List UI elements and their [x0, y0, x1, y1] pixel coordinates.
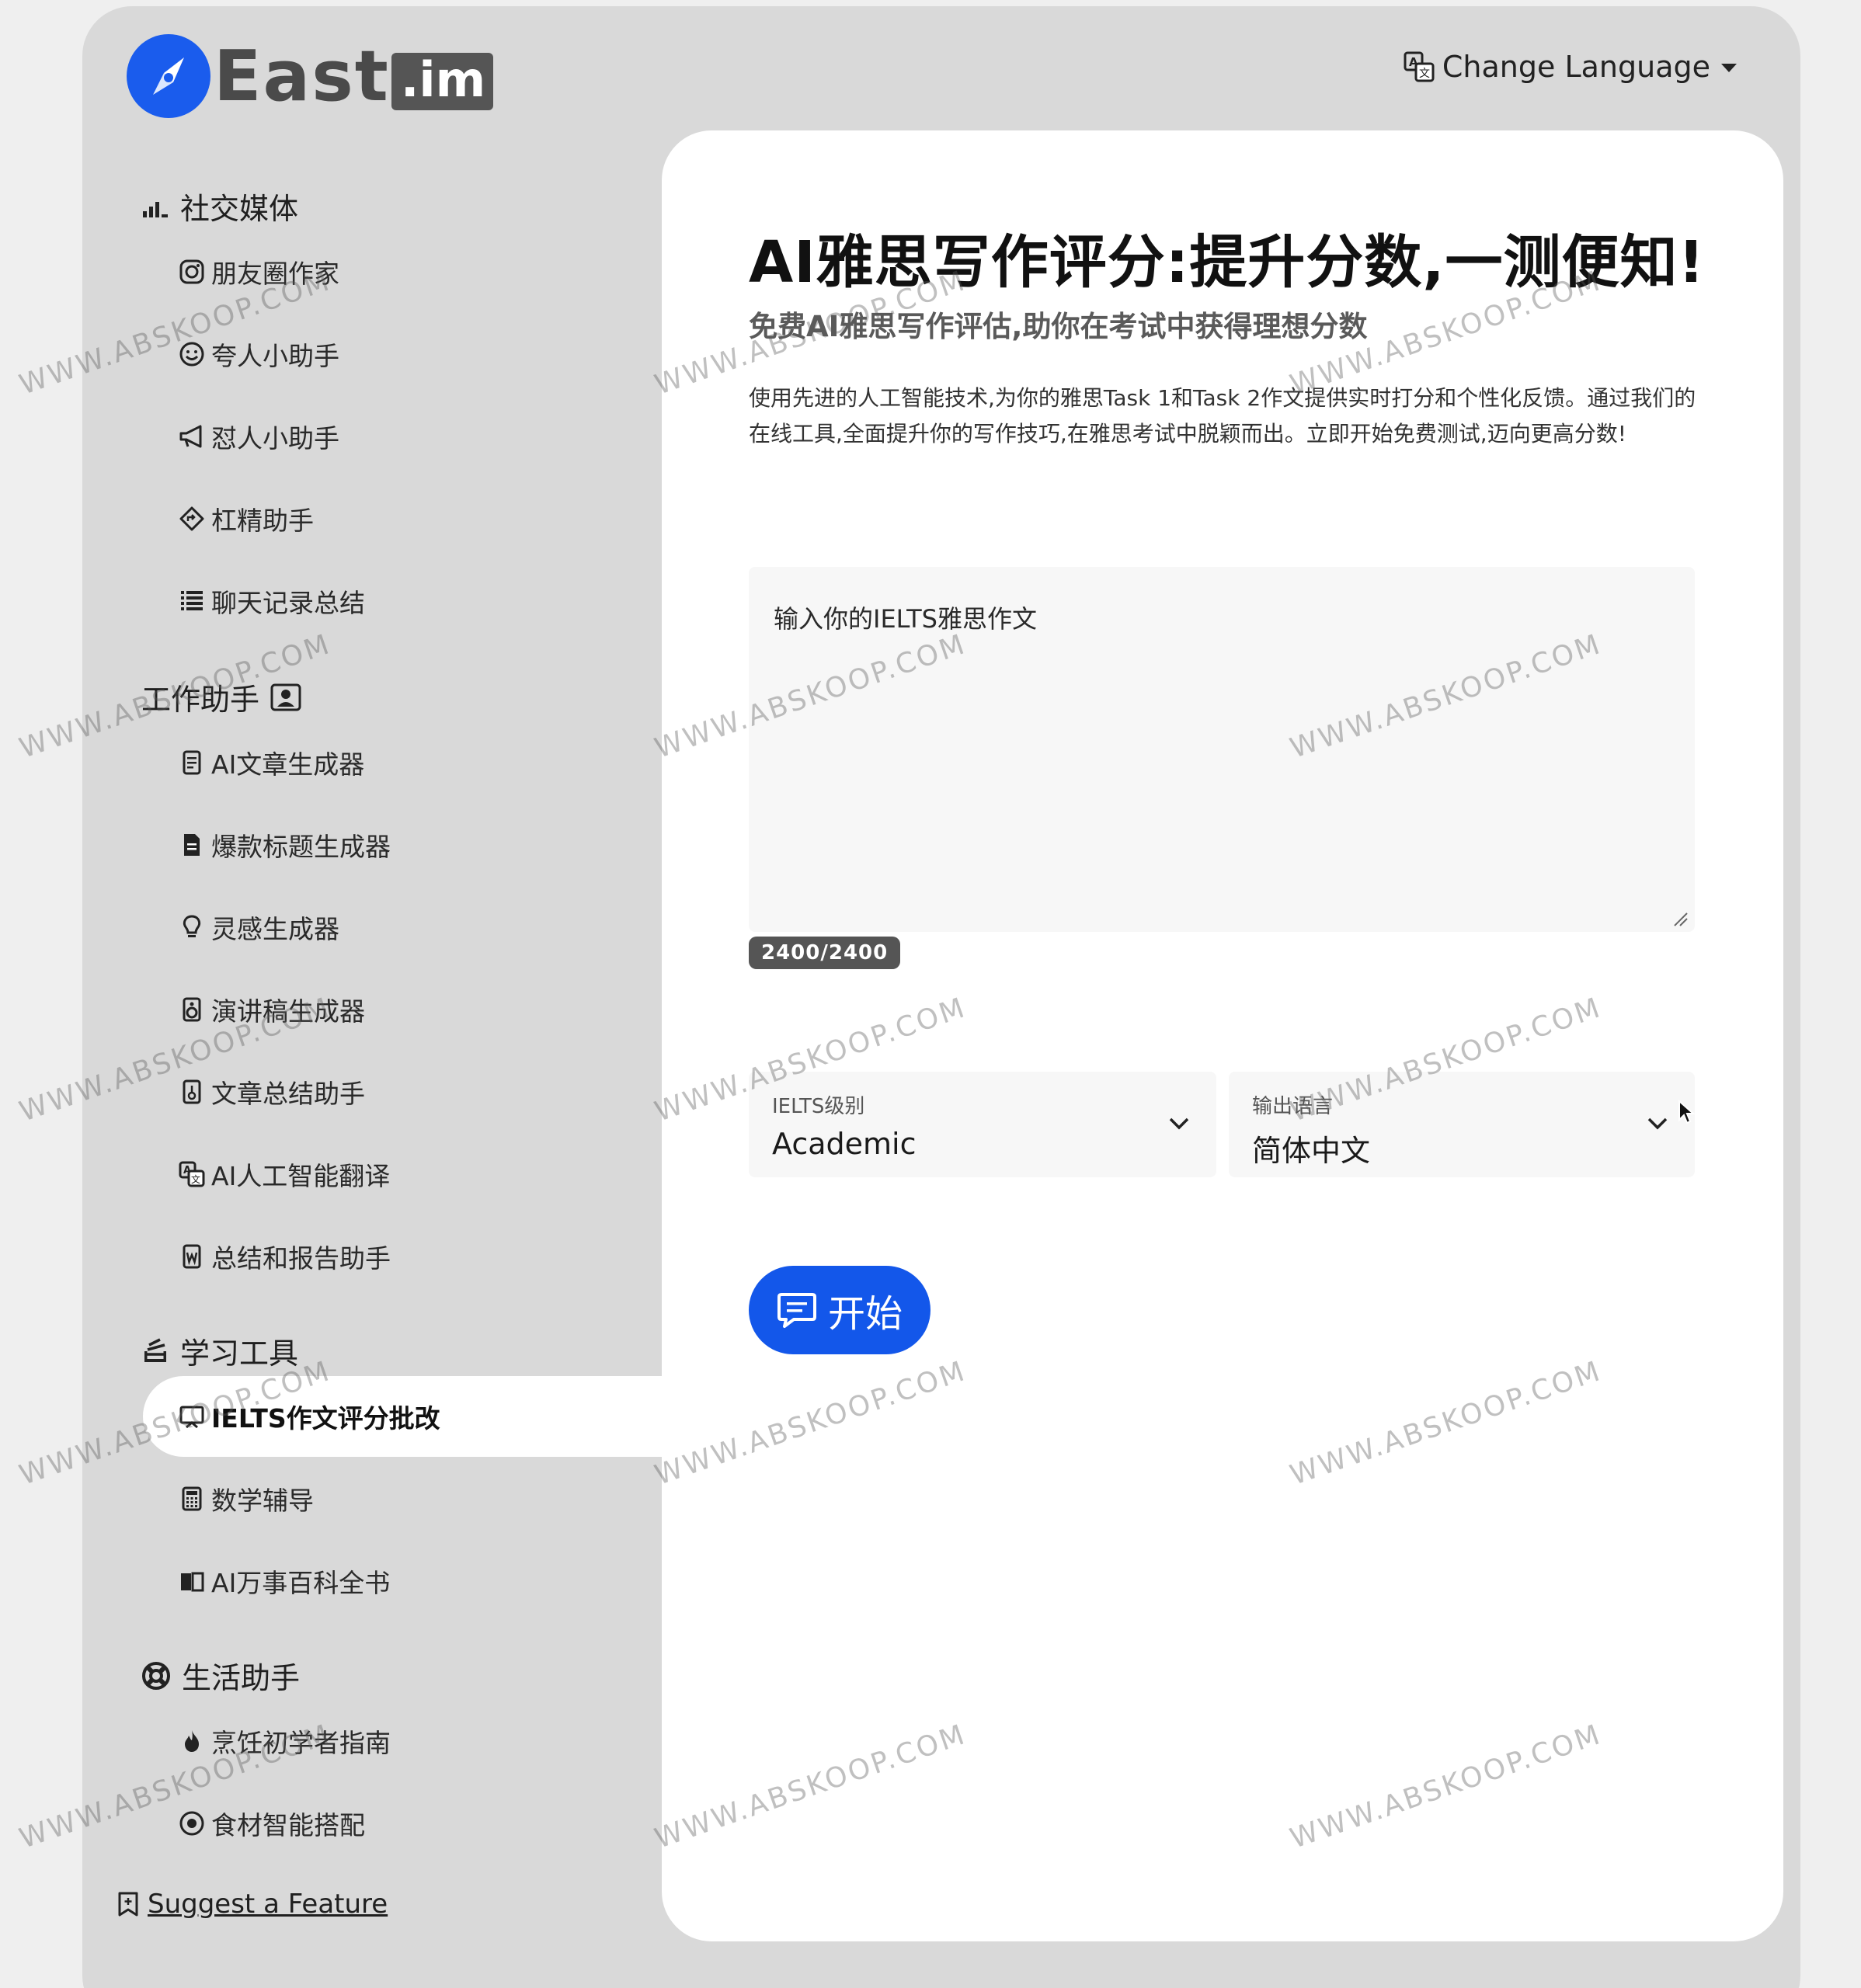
page-description: 使用先进的人工智能技术,为你的雅思Task 1和Task 2作文提供实时打分和个…: [749, 385, 1696, 447]
chalkboard-icon: [179, 1406, 204, 1429]
section-title: 学习工具: [180, 1336, 299, 1371]
chat-text-icon: [777, 1293, 816, 1328]
sidebar-item-label: AI万事百科全书: [211, 1568, 391, 1598]
sidebar-item-label: 爆款标题生成器: [211, 832, 391, 862]
fire-icon: [185, 1730, 199, 1752]
sidebar-item-label: 演讲稿生成器: [211, 996, 365, 1027]
sidebar-item-label: IELTS作文评分批改: [211, 1403, 440, 1434]
bookmark-plus-icon: [118, 1892, 138, 1917]
section-social-media: 社交媒体: [141, 185, 298, 228]
caret-down-icon: [1721, 63, 1737, 72]
section-title: 生活助手: [182, 1661, 301, 1695]
book-icon: [181, 1572, 204, 1592]
instagram-icon: [179, 259, 204, 284]
sidebar-item-label: 夸人小助手: [211, 341, 339, 371]
sidebar-item-math[interactable]: 数学辅导: [179, 1475, 314, 1522]
sidebar-item-contrarian[interactable]: 杠精助手: [179, 495, 314, 542]
sidebar: 社交媒体 朋友圈作家 夸人小助手 怼人小助手 杠精助手 聊天记录总结 工作助手 …: [0, 0, 662, 1988]
file-word-icon: [183, 1244, 201, 1269]
sidebar-item-label: 烹饪初学者指南: [211, 1728, 391, 1758]
file-text-icon: [184, 834, 200, 856]
start-button-label: 开始: [827, 1292, 903, 1336]
section-title: 社交媒体: [180, 192, 299, 226]
sidebar-item-label: AI文章生成器: [211, 749, 365, 780]
sidebar-item-ai-article[interactable]: AI文章生成器: [179, 739, 364, 786]
bar-chart-icon: [143, 201, 168, 217]
start-button[interactable]: 开始: [749, 1266, 930, 1354]
ielts-level-value: Academic: [772, 1127, 917, 1161]
smile-icon: [179, 342, 204, 367]
translate-icon: A文: [179, 1161, 205, 1187]
sidebar-item-label: 食材智能搭配: [211, 1810, 365, 1840]
lightbulb-icon: [183, 915, 201, 937]
ielts-level-label: IELTS级别: [772, 1095, 865, 1118]
mouse-cursor-icon: [1678, 1100, 1695, 1124]
sidebar-item-ingredients[interactable]: 食材智能搭配: [179, 1800, 365, 1847]
sidebar-item-label: 杠精助手: [211, 506, 314, 536]
person-badge-icon: [270, 683, 301, 711]
sidebar-item-label: 聊天记录总结: [211, 588, 365, 618]
resize-handle-icon[interactable]: [1671, 910, 1689, 927]
file-thermometer-icon: [183, 1079, 201, 1104]
sidebar-item-chat-summary[interactable]: 聊天记录总结: [179, 578, 365, 624]
list-icon: [181, 591, 203, 610]
section-work-assistant: 工作助手: [141, 676, 301, 718]
speaker-icon: [183, 997, 201, 1022]
sidebar-item-label: 总结和报告助手: [211, 1243, 391, 1274]
sidebar-item-headline-generator[interactable]: 爆款标题生成器: [179, 822, 391, 868]
page-subtitle: 免费AI雅思写作评估,助你在考试中获得理想分数: [749, 310, 1368, 343]
section-title: 工作助手: [141, 683, 260, 717]
suggest-feature-link[interactable]: Suggest a Feature: [117, 1889, 388, 1920]
svg-text:文: 文: [1419, 68, 1430, 80]
sidebar-item-ielts[interactable]: IELTS作文评分批改: [179, 1393, 440, 1440]
sidebar-item-article-summary[interactable]: 文章总结助手: [179, 1069, 365, 1115]
sidebar-item-encyclopedia[interactable]: AI万事百科全书: [179, 1558, 390, 1604]
sidebar-item-speech[interactable]: 演讲稿生成器: [179, 986, 365, 1033]
sidebar-item-translate[interactable]: A文 AI人工智能翻译: [179, 1151, 390, 1197]
document-icon: [183, 750, 201, 775]
sidebar-item-label: AI人工智能翻译: [211, 1161, 391, 1191]
ielts-level-select[interactable]: IELTS级别 Academic: [749, 1072, 1216, 1177]
megaphone-icon: [179, 425, 202, 448]
section-learning-tools: 学习工具: [141, 1329, 298, 1372]
calculator-icon: [182, 1486, 202, 1511]
suggest-feature-label: Suggest a Feature: [148, 1889, 388, 1920]
sidebar-item-report[interactable]: 总结和报告助手: [179, 1233, 391, 1280]
sidebar-item-compliment[interactable]: 夸人小助手: [179, 331, 339, 377]
sidebar-item-inspiration[interactable]: 灵感生成器: [179, 904, 339, 951]
essay-placeholder: 输入你的IELTS雅思作文: [774, 604, 1037, 634]
svg-text:文: 文: [191, 1173, 200, 1185]
chevron-down-icon: [1169, 1117, 1189, 1130]
output-language-select[interactable]: 输出语言 简体中文: [1229, 1072, 1695, 1177]
sidebar-item-cooking[interactable]: 烹饪初学者指南: [179, 1718, 391, 1764]
record-circle-icon: [179, 1811, 204, 1836]
life-ring-icon: [142, 1661, 170, 1690]
output-language-label: 输出语言: [1252, 1095, 1334, 1118]
sidebar-item-label: 灵感生成器: [211, 914, 339, 944]
chevron-down-icon: [1647, 1117, 1668, 1130]
sidebar-item-moments-writer[interactable]: 朋友圈作家: [179, 248, 339, 295]
change-language-dropdown[interactable]: A 文 Change Language: [1404, 50, 1737, 84]
translate-icon: A 文: [1404, 51, 1435, 82]
main-card: AI雅思写作评分:提升分数,一测便知! 免费AI雅思写作评估,助你在考试中获得理…: [662, 130, 1783, 1941]
essay-textarea[interactable]: 输入你的IELTS雅思作文: [749, 567, 1695, 932]
section-life-assistant: 生活助手: [141, 1654, 300, 1697]
sidebar-item-label: 怼人小助手: [211, 423, 339, 454]
signpost-icon: [179, 506, 204, 531]
sidebar-item-label: 数学辅导: [211, 1486, 314, 1516]
sidebar-item-label: 朋友圈作家: [211, 259, 339, 289]
change-language-label: Change Language: [1442, 50, 1710, 84]
stack-icon: [144, 1337, 166, 1362]
sidebar-item-label: 文章总结助手: [211, 1079, 365, 1109]
char-counter-badge: 2400/2400: [749, 937, 901, 969]
page-title: AI雅思写作评分:提升分数,一测便知!: [749, 229, 1706, 296]
output-language-value: 简体中文: [1252, 1134, 1371, 1168]
sidebar-item-roast[interactable]: 怼人小助手: [179, 413, 339, 460]
